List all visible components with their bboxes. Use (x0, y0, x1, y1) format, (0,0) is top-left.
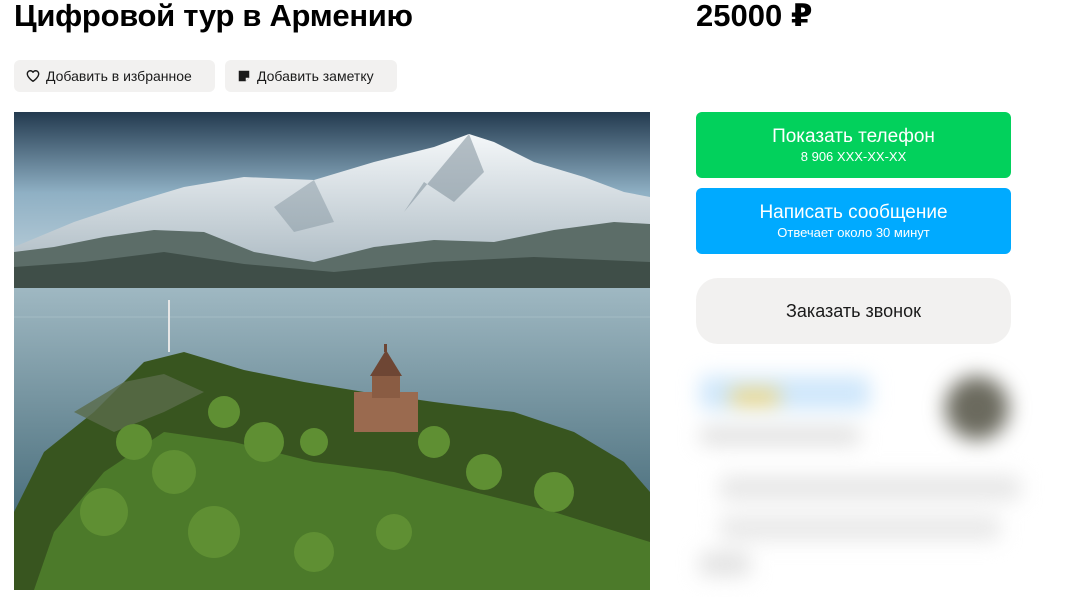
masked-phone-number: 8 906 ХХХ-ХХ-ХХ (800, 148, 907, 164)
listing-title: Цифровой тур в Армению (14, 0, 413, 33)
write-message-button[interactable]: Написать сообщение Отвечает около 30 мин… (696, 188, 1011, 254)
add-to-favorites-label: Добавить в избранное (46, 68, 192, 84)
listing-price: 25000 ₽ (696, 0, 813, 33)
listing-page: Цифровой тур в Армению 25000 ₽ Добавить … (0, 0, 1074, 597)
add-to-favorites-button[interactable]: Добавить в избранное (14, 60, 215, 92)
heart-icon (26, 69, 40, 83)
note-icon (237, 69, 251, 83)
add-note-label: Добавить заметку (257, 68, 374, 84)
show-phone-label: Показать телефон (772, 125, 935, 147)
response-time-note: Отвечает около 30 минут (777, 224, 930, 240)
show-phone-button[interactable]: Показать телефон 8 906 ХХХ-ХХ-ХХ (696, 112, 1011, 178)
blurred-seller-block (690, 356, 1030, 592)
request-call-label: Заказать звонок (786, 301, 921, 321)
write-message-label: Написать сообщение (759, 201, 948, 223)
add-note-button[interactable]: Добавить заметку (225, 60, 397, 92)
request-call-button[interactable]: Заказать звонок (696, 278, 1011, 344)
listing-photo[interactable] (14, 112, 650, 590)
